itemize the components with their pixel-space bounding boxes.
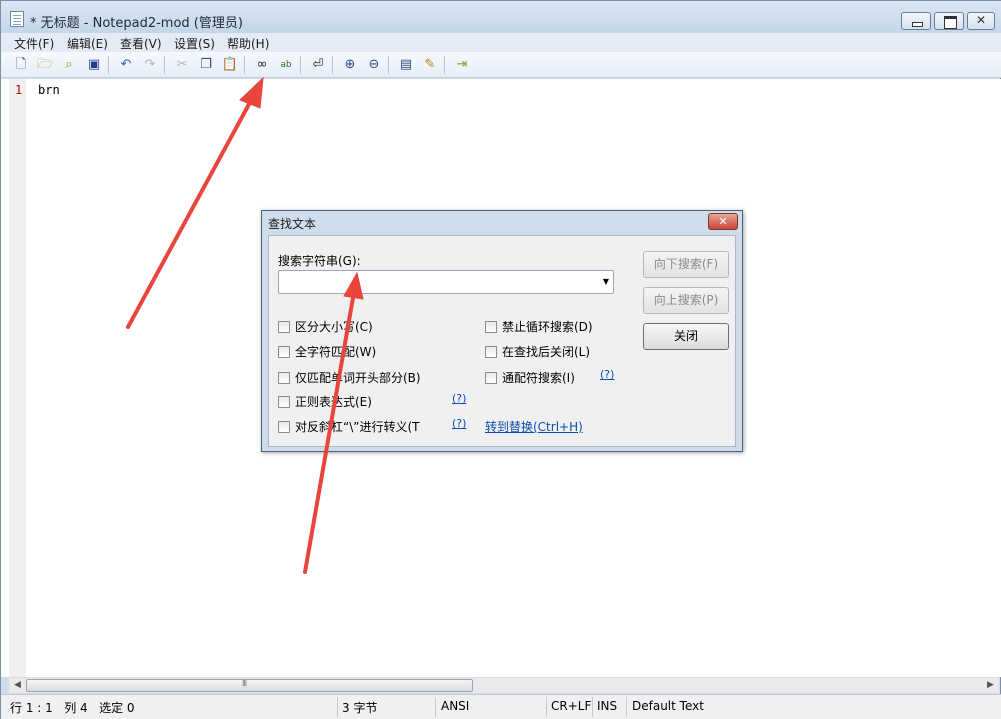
- checkbox-match-case[interactable]: 区分大小写(C): [278, 318, 373, 335]
- checkbox-no-wrap[interactable]: 禁止循环搜索(D): [485, 318, 593, 335]
- minimize-button[interactable]: [901, 12, 931, 30]
- checkbox-close-after-find[interactable]: 在查找后关闭(L): [485, 343, 590, 360]
- checkbox-regex[interactable]: 正则表达式(E): [278, 393, 372, 410]
- replace-icon[interactable]: ab: [277, 56, 295, 74]
- window-title: * 无标题 - Notepad2-mod (管理员): [30, 16, 243, 31]
- menu-view[interactable]: 查看(V): [120, 35, 162, 52]
- notepad-app-icon: [10, 11, 24, 27]
- search-input[interactable]: ▼: [278, 270, 614, 294]
- status-encoding[interactable]: ANSI: [441, 699, 469, 713]
- scrollbar-thumb[interactable]: [26, 679, 473, 692]
- maximize-button[interactable]: [934, 12, 964, 30]
- help-link-regex[interactable]: (?): [452, 392, 466, 405]
- toolbar: 🗋 🗁 ⌕ ▣ ↶ ↷ ✂ ❐ 📋 ∞ ab ⏎ ⊕ ⊖ ▤ ✎ ⇥: [1, 52, 1001, 78]
- dialog-title: 查找文本: [268, 217, 317, 231]
- checkbox-word-start[interactable]: 仅匹配单词开头部分(B): [278, 369, 421, 386]
- customize-scheme-icon[interactable]: ✎: [421, 56, 439, 74]
- status-line-ending[interactable]: CR+LF: [551, 699, 591, 713]
- status-size: 3 字节: [342, 701, 378, 715]
- menu-help[interactable]: 帮助(H): [227, 35, 269, 52]
- status-bar: 行 1 : 1 列 4 选定 0 3 字节 ANSI CR+LF INS Def…: [1, 694, 1001, 719]
- title-bar: * 无标题 - Notepad2-mod (管理员): [1, 1, 1001, 33]
- new-file-icon[interactable]: 🗋: [12, 56, 30, 74]
- undo-icon[interactable]: ↶: [117, 56, 135, 74]
- scroll-left-icon[interactable]: ◀: [9, 678, 26, 693]
- dropdown-arrow-icon[interactable]: ▼: [603, 277, 609, 286]
- close-window-button[interactable]: [967, 12, 995, 30]
- cut-icon[interactable]: ✂: [173, 56, 191, 74]
- scroll-right-icon[interactable]: ▶: [982, 678, 999, 693]
- checkbox-whole-word[interactable]: 全字符匹配(W): [278, 343, 376, 360]
- line-number: 1: [15, 83, 23, 97]
- scheme-icon[interactable]: ▤: [397, 56, 415, 74]
- find-binoculars-icon[interactable]: ∞: [253, 56, 271, 74]
- zoom-out-icon[interactable]: ⊖: [365, 56, 383, 74]
- dialog-close-icon[interactable]: ✕: [708, 213, 738, 230]
- find-previous-button[interactable]: 向上搜索(P): [643, 287, 729, 314]
- search-label: 搜索字符串(G):: [278, 254, 361, 268]
- close-dialog-button[interactable]: 关闭: [643, 323, 729, 350]
- copy-icon[interactable]: ❐: [197, 56, 215, 74]
- checkbox-wildcard[interactable]: 通配符搜索(I): [485, 369, 575, 386]
- exit-icon[interactable]: ⇥: [453, 56, 471, 74]
- menu-file[interactable]: 文件(F): [14, 35, 54, 52]
- menu-settings[interactable]: 设置(S): [174, 35, 215, 52]
- status-position: 行 1 : 1 列 4 选定 0: [10, 701, 135, 715]
- find-next-button[interactable]: 向下搜索(F): [643, 251, 729, 278]
- editor-line-text[interactable]: brn: [38, 83, 60, 97]
- status-insert-mode: INS: [597, 699, 618, 713]
- redo-icon[interactable]: ↷: [141, 56, 159, 74]
- open-folder-icon[interactable]: 🗁: [36, 56, 54, 74]
- help-link-escape[interactable]: (?): [452, 417, 466, 430]
- status-scheme[interactable]: Default Text: [632, 699, 704, 713]
- goto-replace-link[interactable]: 转到替换(Ctrl+H): [485, 418, 583, 435]
- help-link-wildcard[interactable]: (?): [600, 368, 614, 381]
- find-dialog: 查找文本 ✕ 搜索字符串(G): ▼ 区分大小写(C) 全字符匹配(W) 仅匹配…: [261, 210, 743, 452]
- zoom-in-icon[interactable]: ⊕: [341, 56, 359, 74]
- menu-edit[interactable]: 编辑(E): [67, 35, 108, 52]
- line-number-gutter: [9, 79, 26, 677]
- browse-icon[interactable]: ⌕: [60, 56, 78, 74]
- word-wrap-icon[interactable]: ⏎: [309, 56, 327, 74]
- save-icon[interactable]: ▣: [85, 56, 103, 74]
- checkbox-escape-backslash[interactable]: 对反斜杠“\”进行转义(T: [278, 418, 428, 435]
- menu-bar: 文件(F) 编辑(E) 查看(V) 设置(S) 帮助(H): [1, 33, 1001, 52]
- horizontal-scrollbar[interactable]: ◀ ▶: [9, 677, 999, 693]
- paste-icon[interactable]: 📋: [221, 56, 239, 74]
- dialog-body: 搜索字符串(G): ▼ 区分大小写(C) 全字符匹配(W) 仅匹配单词开头部分(…: [268, 235, 736, 447]
